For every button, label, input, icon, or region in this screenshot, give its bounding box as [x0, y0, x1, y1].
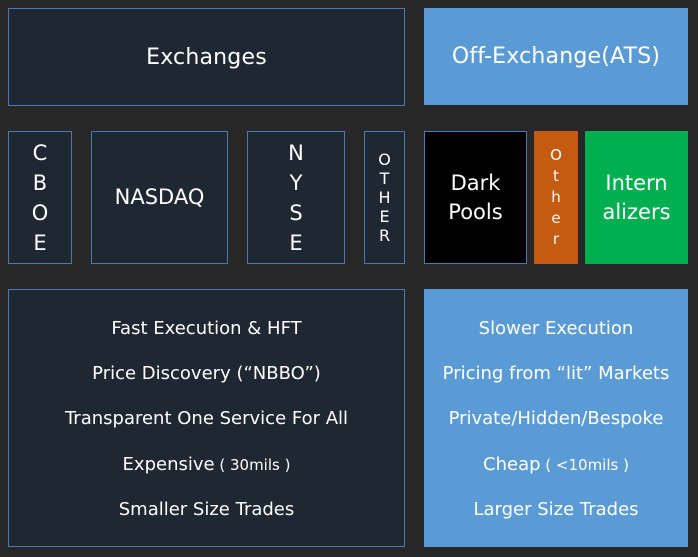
trait-text: Slower Execution: [478, 318, 634, 339]
other-ats-letter: e: [551, 209, 561, 227]
internalizers-line: Intern: [605, 170, 668, 195]
trait-text: Fast Execution & HFT: [111, 318, 302, 339]
off-exchange-header: Off-Exchange(ATS): [424, 8, 688, 105]
other-exchange-letter: H: [378, 188, 391, 207]
cboe-letter: E: [33, 230, 47, 255]
venue-other-ats: O t h e r: [534, 131, 578, 264]
trait-text: Expensive: [122, 453, 215, 475]
nyse-letter: S: [289, 200, 303, 225]
venue-cboe: C B O E: [8, 131, 72, 264]
other-ats-letter: O: [550, 146, 562, 164]
cboe-letter: C: [32, 140, 48, 165]
exchanges-trait-item: Fast Execution & HFT: [111, 316, 301, 361]
exchanges-traits: Fast Execution & HFT Price Discovery (“N…: [8, 289, 405, 547]
ats-trait-item: Larger Size Trades: [473, 497, 638, 542]
cboe-letter: B: [32, 170, 48, 195]
other-exchange-letter: E: [379, 207, 390, 226]
exchanges-trait-item: Transparent One Service For All: [65, 406, 348, 451]
other-ats-letter: h: [551, 188, 561, 206]
trait-text: Transparent One Service For All: [64, 408, 349, 430]
nyse-letter: N: [288, 140, 304, 165]
trait-text: Larger Size Trades: [473, 498, 639, 520]
other-ats-letter: r: [552, 230, 560, 248]
cboe-letter: O: [31, 200, 49, 225]
exchanges-header: Exchanges: [8, 8, 405, 106]
dark-pools-line: Pools: [448, 199, 503, 224]
trait-text: Pricing from “lit” Markets: [442, 363, 670, 385]
internalizers-line: alizers: [602, 199, 671, 224]
ats-trait-item: Cheap ( <10mils ): [483, 452, 629, 497]
venue-internalizers: Intern alizers: [585, 131, 688, 264]
exchanges-header-label: Exchanges: [146, 44, 267, 70]
trait-text: Private/Hidden/Bespoke: [448, 408, 664, 430]
trait-note: ( <10mils ): [540, 455, 629, 474]
exchanges-trait-item: Expensive ( 30mils ): [123, 452, 291, 497]
other-ats-letter: t: [553, 167, 559, 185]
dark-pools-line: Dark: [450, 170, 501, 195]
trait-note: ( 30mils ): [214, 455, 291, 474]
ats-trait-item: Slower Execution: [479, 316, 634, 361]
market-structure-diagram: Exchanges Off-Exchange(ATS) C B O E NASD…: [0, 0, 698, 557]
trait-text: Smaller Size Trades: [118, 498, 295, 520]
exchanges-trait-item: Smaller Size Trades: [119, 497, 295, 542]
ats-trait-item: Private/Hidden/Bespoke: [449, 406, 664, 451]
venue-dark-pools: Dark Pools: [424, 131, 527, 264]
exchanges-trait-item: Price Discovery (“NBBO”): [92, 361, 321, 406]
venue-nasdaq: NASDAQ: [91, 131, 228, 264]
other-exchange-letter: O: [378, 150, 391, 169]
other-exchange-letter: T: [379, 169, 390, 188]
trait-text: Cheap: [483, 453, 541, 475]
nyse-letter: Y: [289, 170, 303, 195]
venue-other-exchange: O T H E R: [364, 131, 405, 264]
nyse-letter: E: [289, 230, 303, 255]
other-exchange-letter: R: [378, 226, 391, 245]
nasdaq-label: NASDAQ: [114, 185, 205, 209]
ats-trait-item: Pricing from “lit” Markets: [443, 361, 670, 406]
ats-traits: Slower Execution Pricing from “lit” Mark…: [424, 289, 688, 547]
venue-nyse: N Y S E: [247, 131, 345, 264]
trait-text: Price Discovery (“NBBO”): [92, 363, 321, 385]
off-exchange-header-label: Off-Exchange(ATS): [451, 44, 661, 69]
